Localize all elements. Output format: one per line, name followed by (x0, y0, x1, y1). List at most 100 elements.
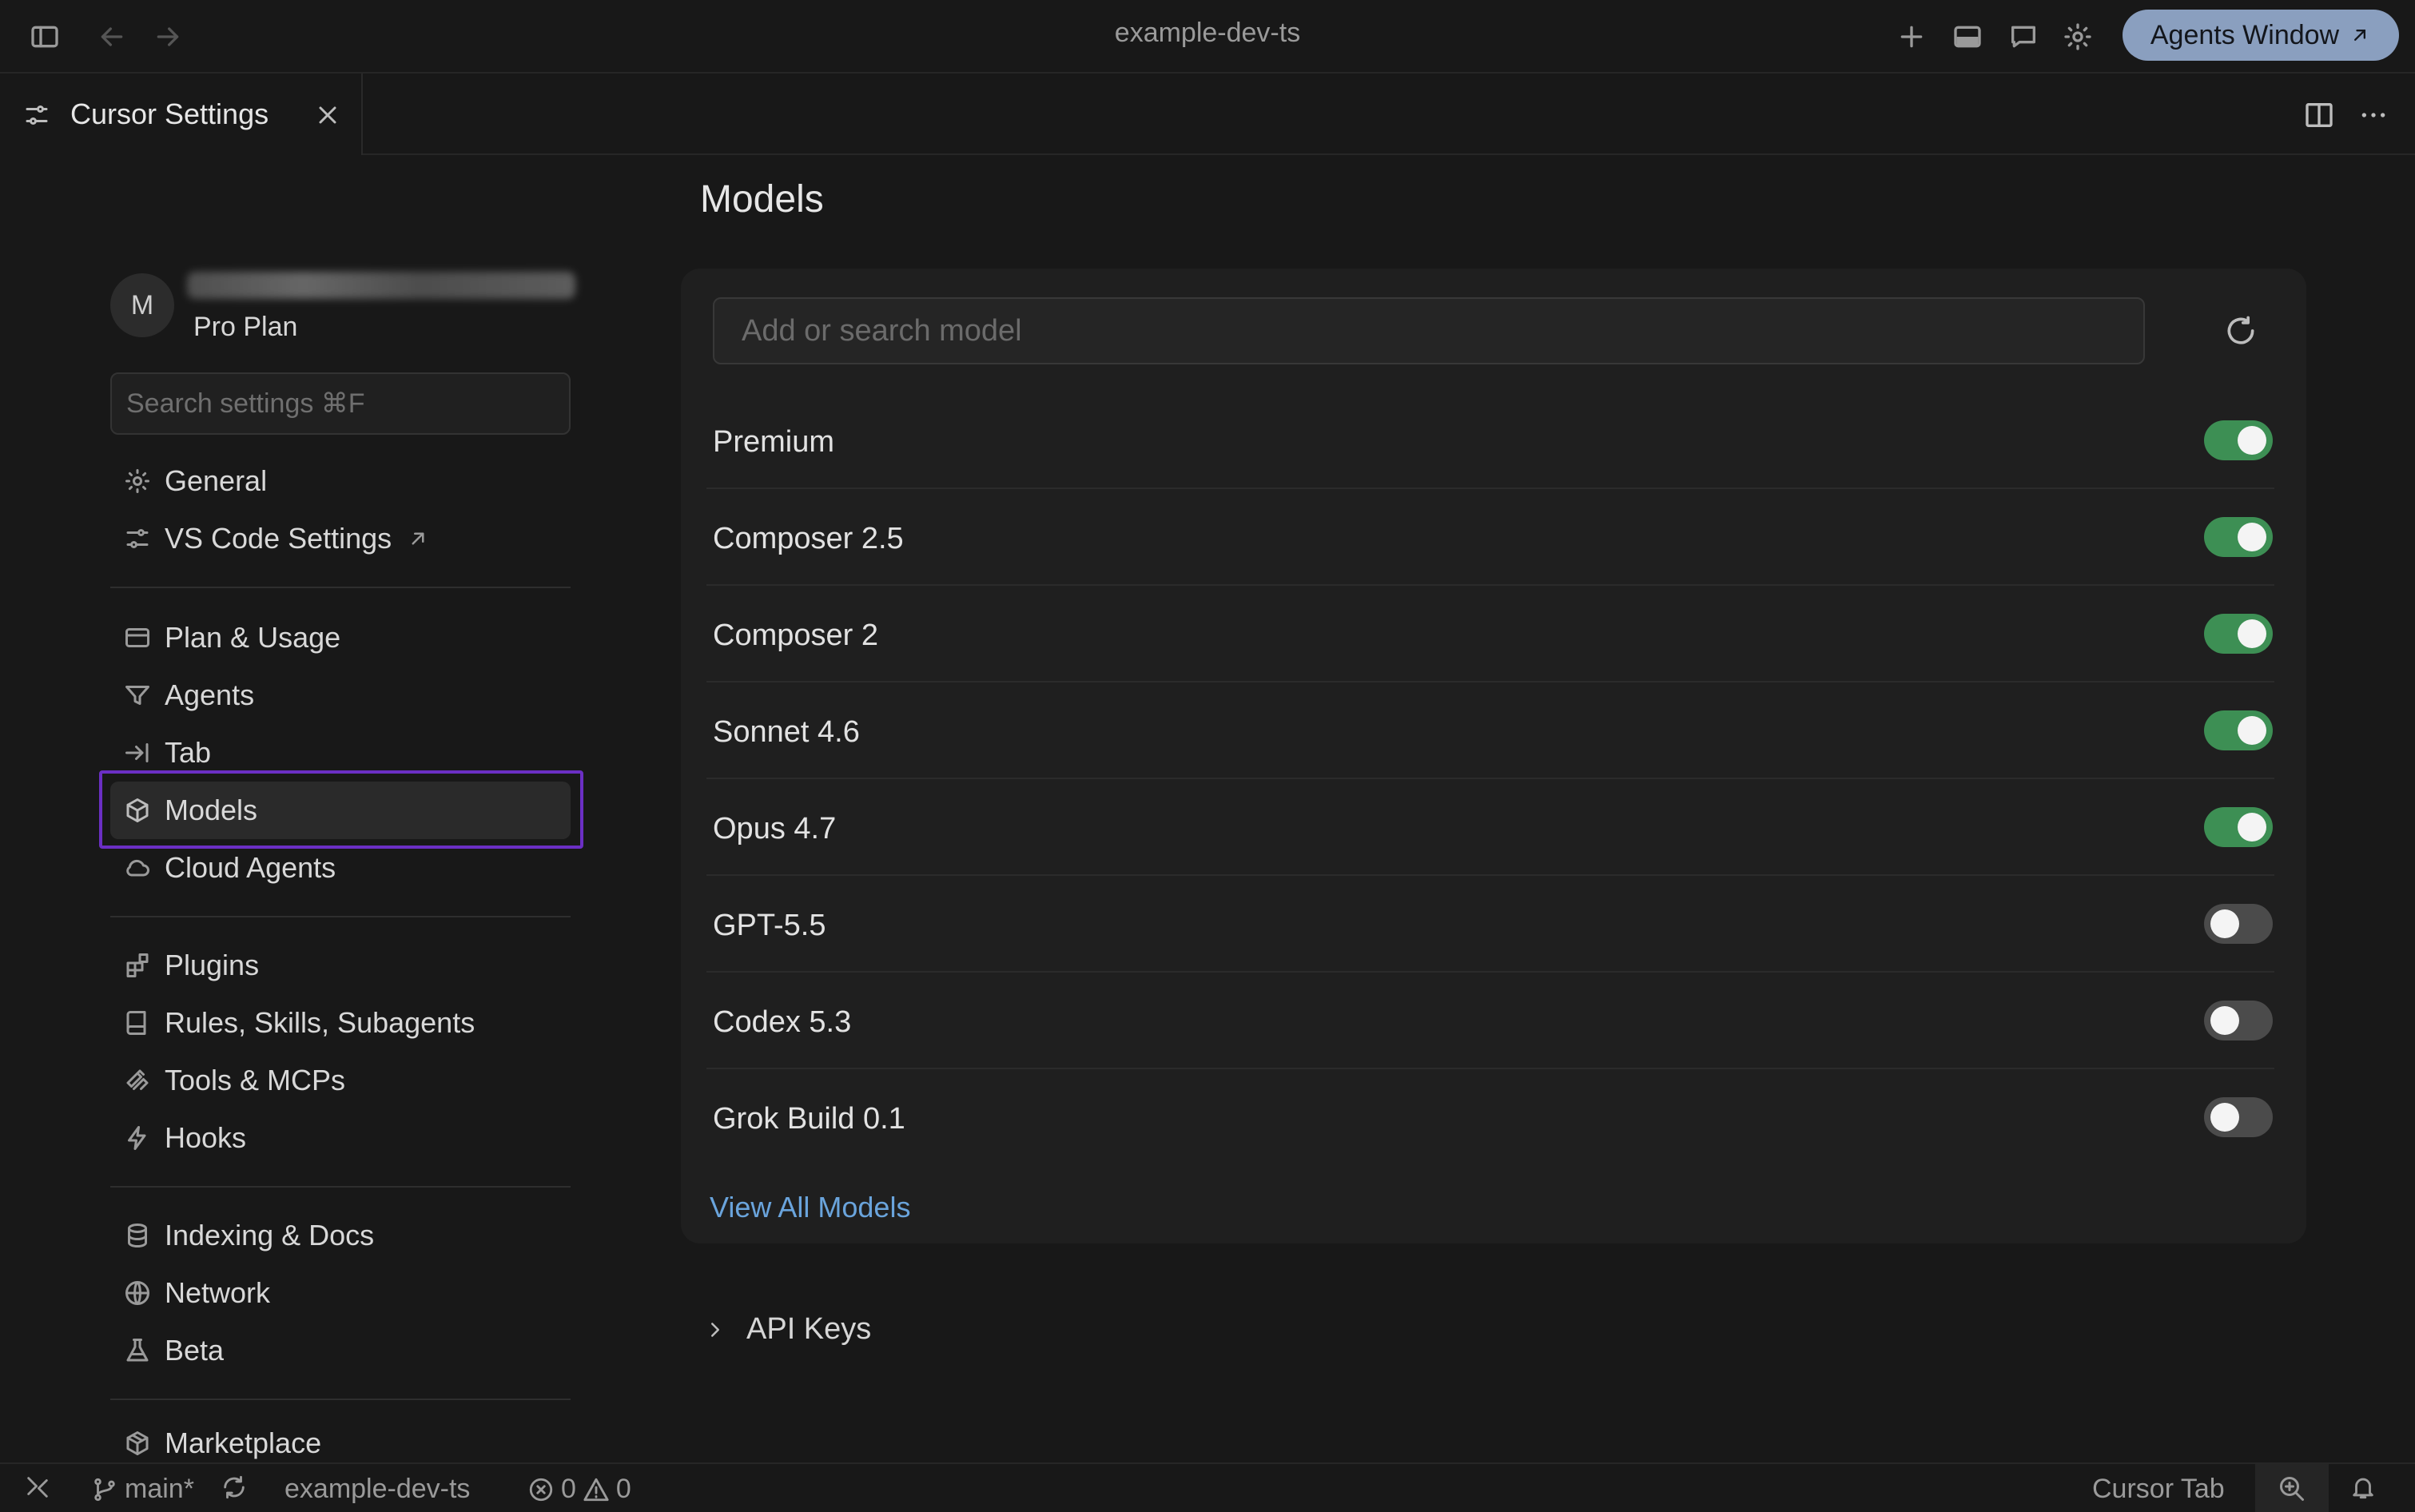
search-settings-input[interactable] (110, 372, 571, 435)
arrow-to-line-icon (125, 743, 149, 762)
sidebar-item-tools-mcps[interactable]: Tools & MCPs (110, 1052, 571, 1109)
chat-button[interactable] (2003, 16, 2044, 58)
toggle-knob (2210, 1103, 2239, 1132)
model-name: Grok Build 0.1 (713, 1102, 905, 1136)
model-row-codex-5-3: Codex 5.3 (706, 973, 2274, 1069)
model-row-composer-2-5: Composer 2.5 (706, 490, 2274, 586)
tab-cursor-settings[interactable]: Cursor Settings (0, 74, 363, 155)
model-toggle[interactable] (2204, 1097, 2273, 1137)
model-toggle[interactable] (2204, 1001, 2273, 1040)
zoom-button[interactable] (2255, 1464, 2329, 1512)
model-row-gpt-5-5: GPT-5.5 (706, 877, 2274, 973)
error-icon (529, 1478, 553, 1501)
sidebar-item-label: Cloud Agents (165, 851, 336, 884)
lightning-icon (128, 1126, 146, 1150)
sidebar-item-label: Hooks (165, 1121, 247, 1154)
sidebar-item-general[interactable]: General (110, 452, 571, 510)
database-icon (128, 1224, 147, 1247)
model-toggle[interactable] (2204, 517, 2273, 557)
sidebar-item-label: Beta (165, 1334, 225, 1367)
gear-icon (2064, 23, 2091, 50)
toggle-knob (2238, 426, 2266, 455)
sidebar-divider (110, 587, 571, 588)
plus-icon (1900, 26, 1923, 48)
model-search-input[interactable] (713, 297, 2145, 364)
external-link-icon (412, 532, 424, 545)
remote-button[interactable] (24, 1474, 51, 1501)
editor-tab-bar: Cursor Settings (0, 74, 2415, 155)
sidebar-item-plugins[interactable]: Plugins (110, 937, 571, 994)
credit-card-icon (125, 628, 149, 647)
view-all-models-link[interactable]: View All Models (710, 1191, 910, 1224)
agents-window-button[interactable]: Agents Window (2123, 10, 2399, 61)
sidebar-item-vs-code-settings[interactable]: VS Code Settings (110, 510, 571, 567)
sidebar-item-hooks[interactable]: Hooks (110, 1109, 571, 1167)
notifications-button[interactable] (2349, 1474, 2377, 1501)
split-editor-icon[interactable] (2303, 99, 2335, 131)
sidebar-item-plan-usage[interactable]: Plan & Usage (110, 609, 571, 666)
new-button[interactable] (1891, 16, 1932, 58)
toggle-knob (2238, 813, 2266, 842)
sidebar-divider (110, 1186, 571, 1188)
models-highlight-box (99, 770, 583, 849)
model-row-premium: Premium (706, 393, 2274, 489)
model-toggle[interactable] (2204, 904, 2273, 944)
sync-button[interactable] (221, 1474, 248, 1501)
title-bar: example-dev-ts Agents Window (0, 0, 2415, 74)
sidebar-divider (110, 1399, 571, 1400)
refresh-icon[interactable] (2223, 313, 2258, 348)
more-actions-icon[interactable] (2357, 99, 2389, 131)
settings-button[interactable] (2057, 16, 2099, 58)
sidebar-item-indexing-docs[interactable]: Indexing & Docs (110, 1207, 571, 1264)
sidebar-item-rules-skills-subagents[interactable]: Rules, Skills, Subagents (110, 994, 571, 1052)
toggle-knob (2210, 1006, 2239, 1035)
model-toggle[interactable] (2204, 807, 2273, 847)
avatar: M (110, 273, 174, 337)
sidebar-item-label: Plan & Usage (165, 621, 341, 654)
toggle-knob (2210, 909, 2239, 938)
model-name: Premium (713, 425, 835, 459)
model-row-grok-build-0-1: Grok Build 0.1 (706, 1070, 2274, 1166)
warning-icon (583, 1478, 609, 1501)
sidebar-item-label: Tab (165, 736, 212, 769)
project-name[interactable]: example-dev-ts (284, 1474, 470, 1505)
tab-label: Cursor Settings (70, 97, 269, 130)
panel-icon (1954, 26, 1981, 48)
sidebar-divider (110, 916, 571, 917)
sidebar-item-beta[interactable]: Beta (110, 1322, 571, 1379)
tools-icon (126, 1069, 149, 1090)
warning-count: 0 (615, 1474, 631, 1504)
api-keys-section-toggle[interactable]: API Keys (703, 1312, 871, 1347)
close-icon[interactable] (313, 101, 342, 129)
sidebar-item-label: General (165, 464, 268, 497)
toggle-panel-button[interactable] (1947, 16, 1988, 58)
model-name: Codex 5.3 (713, 1005, 852, 1039)
sliders-icon (126, 529, 149, 548)
branch-indicator[interactable]: main* (91, 1474, 194, 1505)
chat-icon (2011, 26, 2035, 48)
cloud-icon (126, 859, 149, 877)
puzzle-grid-icon (126, 953, 149, 977)
globe-icon (125, 1281, 149, 1305)
model-row-sonnet-4-6: Sonnet 4.6 (706, 683, 2274, 779)
sidebar-item-label: Marketplace (165, 1426, 322, 1459)
sidebar-item-label: Indexing & Docs (165, 1219, 375, 1251)
model-toggle[interactable] (2204, 710, 2273, 750)
sidebar-item-label: Rules, Skills, Subagents (165, 1006, 475, 1039)
sidebar-item-network[interactable]: Network (110, 1264, 571, 1322)
model-toggle[interactable] (2204, 614, 2273, 654)
account-email-redacted (187, 272, 575, 299)
sidebar-item-label: Agents (165, 678, 255, 711)
chevron-right-icon (711, 1322, 719, 1337)
sidebar-item-label: Network (165, 1276, 271, 1309)
cursor-tab-status[interactable]: Cursor Tab (2092, 1474, 2225, 1505)
package-icon (126, 1431, 149, 1455)
sidebar-item-agents[interactable]: Agents (110, 666, 571, 724)
cursor-window: example-dev-ts Agents Window Cursor Sett… (0, 0, 2415, 1512)
model-row-composer-2: Composer 2 (706, 587, 2274, 682)
model-toggle[interactable] (2204, 420, 2273, 460)
toggle-knob (2238, 619, 2266, 648)
flask-icon (126, 1339, 149, 1362)
agents-window-label: Agents Window (2150, 19, 2340, 50)
problems-indicator[interactable]: 0 0 (527, 1474, 631, 1505)
